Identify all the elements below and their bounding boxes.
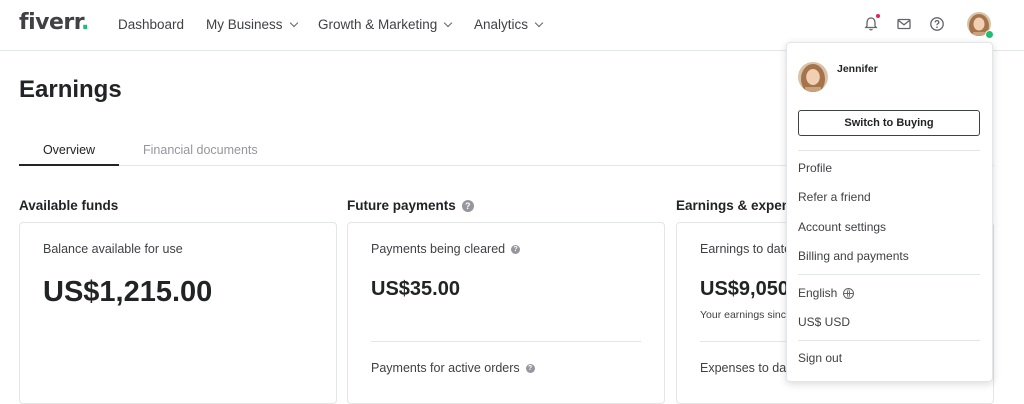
earnings-expenses-title: Earnings & expen	[676, 198, 790, 213]
switch-to-buying-button[interactable]: Switch to Buying	[798, 110, 980, 136]
tab-financial-documents[interactable]: Financial documents	[143, 143, 258, 157]
chevron-down-icon	[289, 18, 298, 27]
active-orders-label-text: Payments for active orders	[371, 361, 520, 375]
notification-dot	[876, 14, 880, 18]
active-orders-label: Payments for active orders ?	[371, 361, 535, 375]
balance-label: Balance available for use	[43, 242, 183, 256]
future-payments-title-text: Future payments	[347, 198, 456, 213]
avatar	[798, 62, 828, 92]
nav-my-business[interactable]: My Business	[206, 17, 298, 32]
divider	[798, 274, 980, 275]
help-icon[interactable]: ?	[525, 363, 535, 373]
envelope-icon[interactable]	[894, 14, 914, 34]
nav-growth-marketing-label: Growth & Marketing	[318, 17, 438, 32]
help-icon[interactable]: ?	[511, 244, 521, 254]
earnings-expenses-title-text: Earnings & expen	[676, 198, 791, 213]
profile-dropdown: Jennifer Switch to Buying Profile Refer …	[786, 42, 993, 382]
earnings-to-date-label: Earnings to date	[700, 242, 792, 256]
tab-overview[interactable]: Overview	[19, 143, 119, 166]
menu-item-account-settings[interactable]: Account settings	[798, 220, 886, 234]
future-payments-title: Future payments ?	[347, 198, 474, 213]
nav-growth-marketing[interactable]: Growth & Marketing	[318, 17, 453, 32]
page-title: Earnings	[19, 76, 122, 103]
chevron-down-icon	[534, 18, 544, 27]
user-name: Jennifer	[837, 63, 878, 75]
divider	[371, 341, 641, 342]
help-icon[interactable]: ?	[461, 199, 474, 212]
globe-icon	[843, 287, 855, 299]
earnings-to-date-amount: US$9,050	[700, 278, 789, 300]
online-status-dot	[985, 30, 994, 39]
divider	[798, 150, 980, 151]
available-funds-card: Balance available for use US$1,215.00	[19, 222, 337, 404]
balance-amount: US$1,215.00	[43, 276, 213, 308]
nav-my-business-label: My Business	[206, 17, 283, 32]
nav-analytics-label: Analytics	[474, 17, 529, 32]
available-funds-title-text: Available funds	[19, 198, 119, 213]
help-icon[interactable]	[927, 14, 947, 34]
nav-analytics[interactable]: Analytics	[474, 17, 544, 32]
payments-cleared-label-text: Payments being cleared	[371, 242, 506, 256]
language-label: English	[798, 286, 838, 300]
divider	[798, 340, 980, 341]
earnings-since-text: Your earnings sinc	[700, 309, 786, 321]
future-payments-card: Payments being cleared ? US$35.00 Paymen…	[347, 222, 665, 404]
payments-cleared-amount: US$35.00	[371, 278, 460, 300]
menu-item-profile[interactable]: Profile	[798, 161, 832, 175]
menu-item-billing-and-payments[interactable]: Billing and payments	[798, 249, 909, 263]
fiverr-logo[interactable]: fiverr.	[19, 10, 89, 35]
chevron-down-icon	[444, 18, 453, 27]
payments-cleared-label: Payments being cleared ?	[371, 242, 521, 256]
nav-dashboard-label: Dashboard	[118, 17, 185, 32]
menu-item-language[interactable]: English	[798, 286, 855, 300]
menu-item-sign-out[interactable]: Sign out	[798, 351, 842, 365]
nav-dashboard[interactable]: Dashboard	[118, 17, 184, 32]
bell-icon[interactable]	[861, 14, 881, 34]
expenses-to-date-label: Expenses to da	[700, 361, 787, 375]
menu-item-currency[interactable]: US$ USD	[798, 315, 850, 329]
menu-item-refer-a-friend[interactable]: Refer a friend	[798, 190, 871, 204]
available-funds-title: Available funds	[19, 198, 118, 213]
